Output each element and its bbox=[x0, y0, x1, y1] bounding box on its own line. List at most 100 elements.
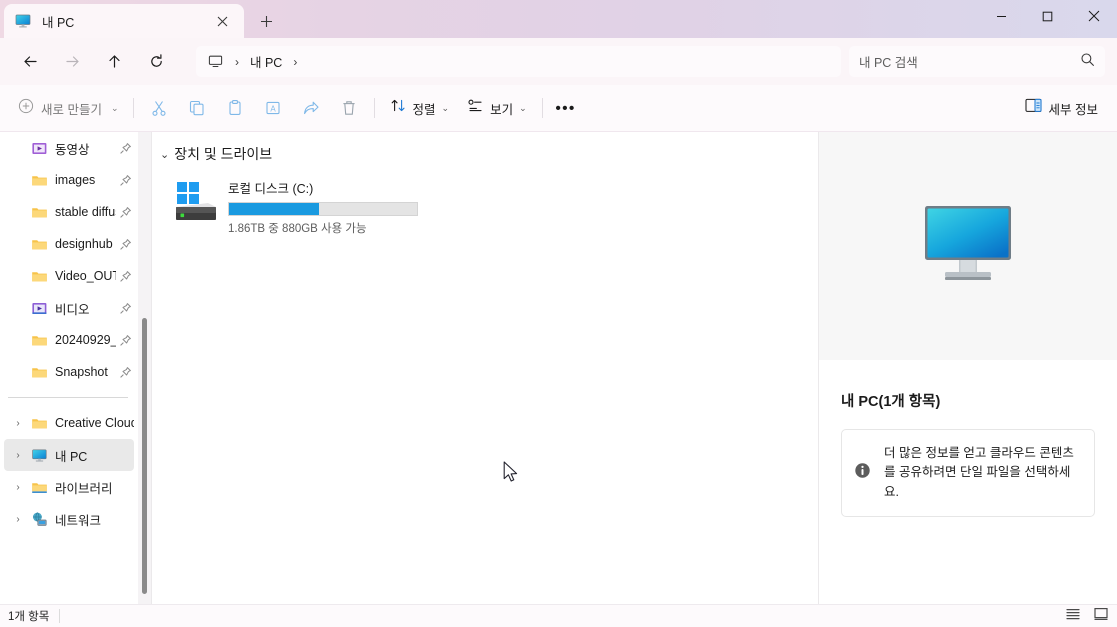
chevron-right-icon[interactable]: › bbox=[8, 450, 28, 461]
network-icon bbox=[28, 511, 50, 528]
this-pc-monitor-preview bbox=[915, 198, 1021, 295]
pin-icon[interactable] bbox=[116, 270, 134, 283]
file-list-pane[interactable]: ⌄ 장치 및 드라이브 로컬 디스크 (C:) 1.86TB 중 880GB 사… bbox=[152, 132, 817, 604]
new-button[interactable]: 새로 만들기 ⌄ bbox=[10, 92, 127, 124]
group-title: 장치 및 드라이브 bbox=[174, 146, 273, 162]
new-tab-button[interactable] bbox=[252, 8, 280, 34]
sidebar-item-label: Snapshot bbox=[55, 365, 108, 379]
scrollbar-thumb[interactable] bbox=[142, 318, 147, 594]
chevron-down-icon: ⌄ bbox=[110, 102, 119, 113]
folder-icon bbox=[28, 172, 50, 189]
status-bar: 1개 항목 bbox=[0, 604, 1117, 627]
cut-button[interactable] bbox=[140, 92, 178, 124]
sidebar-item-designhub[interactable]: › designhub bbox=[4, 228, 134, 260]
sidebar-item-stable-diffusion[interactable]: › stable diffusi bbox=[4, 196, 134, 228]
delete-button[interactable] bbox=[330, 92, 368, 124]
details-title: 내 PC(1개 항목) bbox=[841, 394, 941, 410]
sidebar-item-libraries[interactable]: › 라이브러리 bbox=[4, 471, 134, 503]
sidebar-item-video[interactable]: › 동영상 bbox=[4, 132, 134, 164]
sidebar-item-this-pc[interactable]: › 내 PC bbox=[4, 439, 134, 471]
sidebar-item-20240929[interactable]: › 20240929_0 bbox=[4, 324, 134, 356]
sidebar-item-images[interactable]: › images bbox=[4, 164, 134, 196]
sidebar-item-label: stable diffusi bbox=[55, 205, 116, 219]
chevron-right-icon[interactable]: › bbox=[8, 514, 28, 525]
pin-icon[interactable] bbox=[116, 206, 134, 219]
up-button[interactable] bbox=[97, 45, 131, 79]
sort-button[interactable]: 정렬 ⌄ bbox=[381, 92, 459, 124]
copy-button[interactable] bbox=[178, 92, 216, 124]
navigation-pane: › 동영상 › bbox=[0, 132, 138, 604]
sidebar-item-label: designhub bbox=[55, 237, 113, 251]
chevron-down-icon[interactable]: ⌄ bbox=[160, 148, 169, 161]
breadcrumb-separator-1[interactable]: › bbox=[226, 55, 248, 69]
chevron-right-icon[interactable]: › bbox=[8, 418, 28, 429]
status-item-count: 1개 항목 bbox=[8, 611, 50, 623]
toolbar-divider-3 bbox=[541, 98, 543, 118]
sidebar-item-snapshot[interactable]: › Snapshot bbox=[4, 356, 134, 388]
folder-icon bbox=[28, 236, 50, 253]
details-pane-button[interactable]: 세부 정보 bbox=[1016, 92, 1107, 124]
address-bar: › 내 PC › 내 PC 검색 bbox=[0, 38, 1117, 85]
info-icon bbox=[854, 462, 872, 484]
pin-icon[interactable] bbox=[116, 302, 134, 315]
command-bar: 새로 만들기 ⌄ A 정렬 ⌄ 보기 ⌄ ••• 세부 정보 bbox=[0, 85, 1117, 132]
details-preview bbox=[819, 132, 1117, 360]
plus-circle-icon bbox=[18, 98, 34, 119]
sidebar-item-creative-cloud[interactable]: › Creative Cloud bbox=[4, 407, 134, 439]
sidebar-item-label: Video_OUTPI bbox=[55, 269, 116, 283]
breadcrumb[interactable]: › 내 PC › bbox=[196, 46, 841, 77]
folder-icon bbox=[28, 204, 50, 221]
file-explorer-window: 내 PC › 내 PC › 내 PC 검색 새로 만들기 ⌄ A 정렬 ⌄ 보기… bbox=[0, 0, 1117, 627]
share-button[interactable] bbox=[292, 92, 330, 124]
sidebar-item-label: 내 PC bbox=[55, 449, 88, 464]
drive-usage-fill bbox=[229, 203, 320, 215]
tiles-view-icon[interactable] bbox=[1093, 607, 1109, 626]
breadcrumb-item-this-pc[interactable]: 내 PC bbox=[248, 52, 284, 71]
view-button[interactable]: 보기 ⌄ bbox=[458, 92, 536, 124]
paste-button[interactable] bbox=[216, 92, 254, 124]
chevron-right-icon[interactable]: › bbox=[8, 482, 28, 493]
svg-text:A: A bbox=[270, 104, 276, 113]
sidebar-item-video-output[interactable]: › Video_OUTPI bbox=[4, 260, 134, 292]
drive-capacity-text: 1.86TB 중 880GB 사용 가능 bbox=[228, 223, 367, 235]
details-pane-label: 세부 정보 bbox=[1048, 102, 1098, 117]
pin-icon[interactable] bbox=[116, 334, 134, 347]
refresh-button[interactable] bbox=[139, 45, 173, 79]
status-divider bbox=[59, 609, 61, 623]
sort-icon bbox=[390, 97, 407, 119]
pin-icon[interactable] bbox=[116, 142, 134, 155]
folder-icon bbox=[28, 268, 50, 285]
sidebar-item-label: 비디오 bbox=[55, 302, 90, 317]
sidebar-item-label: 라이브러리 bbox=[55, 481, 113, 496]
this-pc-icon bbox=[28, 447, 50, 464]
sidebar-item-videos[interactable]: › 비디오 bbox=[4, 292, 134, 324]
library-folder-icon bbox=[28, 479, 50, 496]
breadcrumb-separator-2[interactable]: › bbox=[284, 55, 306, 69]
details-info-message: 더 많은 정보를 얻고 클라우드 콘텐츠를 공유하려면 단일 파일을 선택하세요… bbox=[884, 446, 1074, 499]
list-view-icon[interactable] bbox=[1065, 607, 1081, 626]
navigation-pane-scrollbar[interactable] bbox=[138, 132, 151, 604]
drive-name: 로컬 디스크 (C:) bbox=[228, 182, 314, 196]
back-button[interactable] bbox=[13, 45, 47, 79]
minimize-button[interactable] bbox=[978, 0, 1024, 32]
group-header-devices-and-drives[interactable]: ⌄ 장치 및 드라이브 bbox=[160, 144, 817, 164]
tab-this-pc[interactable]: 내 PC bbox=[4, 4, 244, 38]
maximize-button[interactable] bbox=[1024, 0, 1070, 32]
sidebar-item-label: 20240929_0 bbox=[55, 333, 116, 347]
pin-icon[interactable] bbox=[116, 174, 134, 187]
toolbar-divider-1 bbox=[132, 98, 134, 118]
sidebar-item-network[interactable]: › 네트워크 bbox=[4, 503, 134, 535]
more-options-button[interactable]: ••• bbox=[549, 92, 583, 124]
rename-button[interactable]: A bbox=[254, 92, 292, 124]
window-close-button[interactable] bbox=[1070, 0, 1117, 32]
title-bar: 내 PC bbox=[0, 0, 1117, 38]
search-input[interactable]: 내 PC 검색 bbox=[849, 46, 1105, 77]
tab-title: 내 PC bbox=[42, 15, 75, 30]
pin-icon[interactable] bbox=[116, 238, 134, 251]
drive-usage-bar bbox=[228, 202, 418, 216]
status-view-toggles bbox=[1065, 607, 1109, 626]
pin-icon[interactable] bbox=[116, 366, 134, 379]
drive-item-local-disk-c[interactable]: 로컬 디스크 (C:) 1.86TB 중 880GB 사용 가능 bbox=[166, 174, 436, 240]
search-icon[interactable] bbox=[1080, 52, 1095, 72]
close-icon[interactable] bbox=[210, 9, 234, 33]
